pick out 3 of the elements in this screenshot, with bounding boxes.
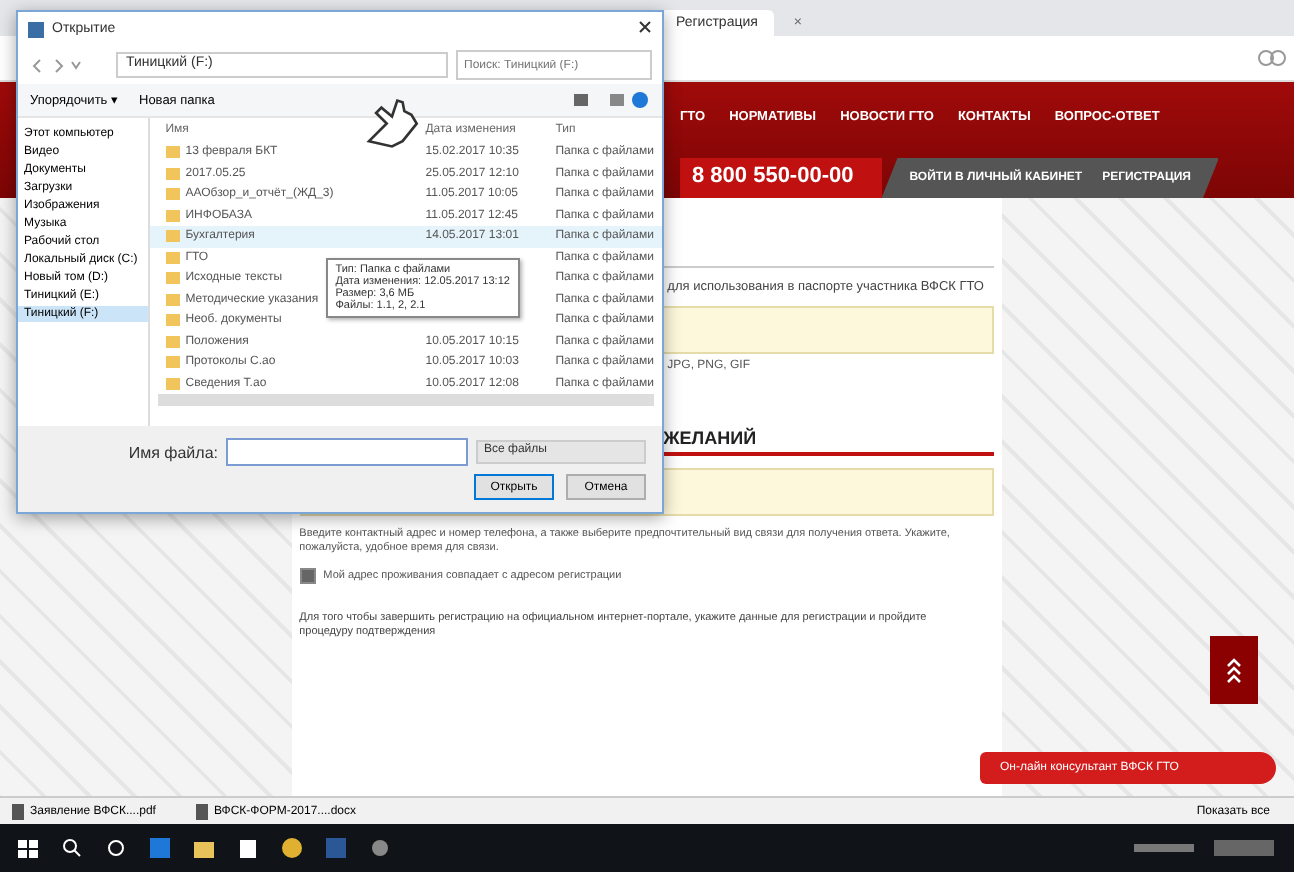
section-heading: ЖЕЛАНИЙ (663, 428, 759, 452)
filename-label: Имя файла: (128, 443, 218, 461)
phone-number: 8 800 550-00-00 (680, 158, 882, 198)
